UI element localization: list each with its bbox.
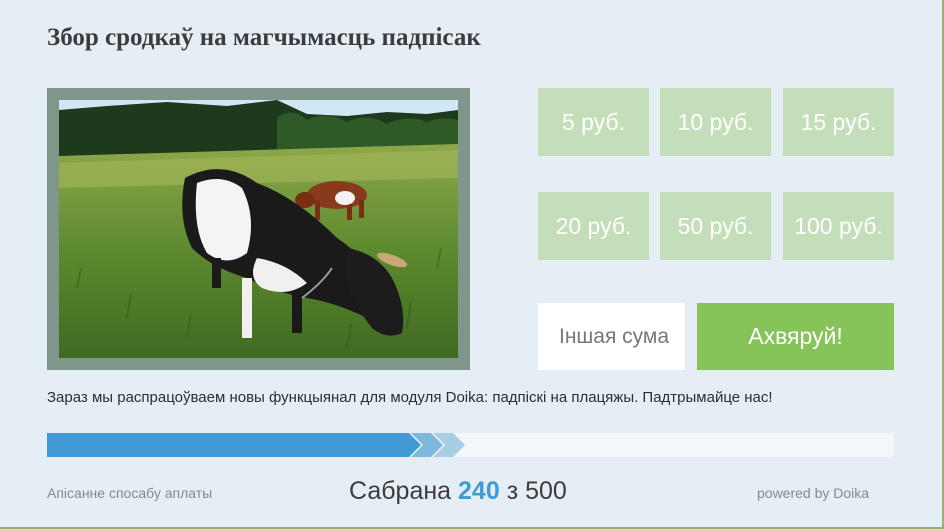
other-amount-input[interactable] — [538, 303, 685, 370]
progress-fill — [47, 433, 465, 457]
collected-amount: 240 — [458, 477, 500, 505]
amount-button-20[interactable]: 20 руб. — [538, 192, 649, 260]
payment-method-link[interactable]: Апісанне спосабу аплаты — [47, 485, 212, 501]
progress-main-fill — [47, 433, 421, 457]
amount-button-5[interactable]: 5 руб. — [538, 88, 649, 156]
campaign-description: Зараз мы распрацоўваем новы функцыянал д… — [47, 389, 773, 406]
progress-bar — [47, 433, 894, 457]
goal-amount: 500 — [525, 477, 567, 505]
donation-widget: Збор сродкаў на магчымасць падпісак 5 ру… — [0, 0, 944, 529]
amount-button-50[interactable]: 50 руб. — [660, 192, 771, 260]
powered-by-link[interactable]: powered by Doika — [757, 485, 869, 501]
amount-button-15[interactable]: 15 руб. — [783, 88, 894, 156]
collected-separator: з — [506, 477, 519, 505]
page-title: Збор сродкаў на магчымасць падпісак — [47, 24, 481, 51]
cow-photo-icon — [47, 88, 470, 370]
collected-prefix: Сабрана — [349, 477, 452, 505]
amount-button-10[interactable]: 10 руб. — [660, 88, 771, 156]
amount-button-100[interactable]: 100 руб. — [783, 192, 894, 260]
collected-summary: Сабрана 240 з 500 — [349, 477, 567, 506]
campaign-photo — [47, 88, 470, 370]
donate-button[interactable]: Ахвяруй! — [697, 303, 894, 370]
